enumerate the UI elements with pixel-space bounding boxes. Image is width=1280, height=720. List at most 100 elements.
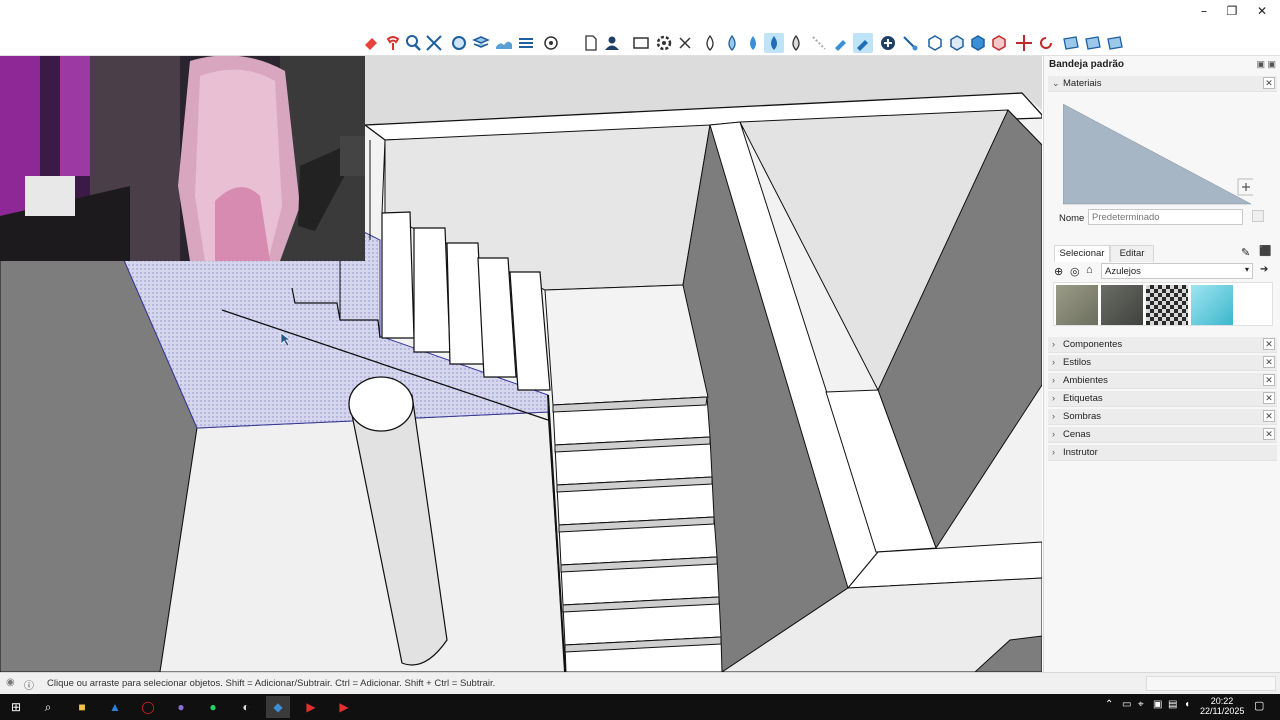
- hex-blue-icon[interactable]: [968, 33, 988, 53]
- sample-paint-icon[interactable]: [1252, 210, 1264, 222]
- chevron-right-icon: ›: [1052, 375, 1055, 385]
- rectangle-icon[interactable]: [631, 33, 651, 53]
- close-icon[interactable]: ✕: [1263, 392, 1275, 404]
- rotate-icon[interactable]: [1036, 33, 1056, 53]
- model-viewport[interactable]: [0, 56, 1042, 672]
- tray-close-icon[interactable]: ▣: [1267, 59, 1276, 69]
- swatch-blue-ice-tile[interactable]: [1191, 285, 1233, 325]
- drop-striped-icon[interactable]: [786, 33, 806, 53]
- chevron-up-icon[interactable]: ⌃: [1105, 699, 1113, 710]
- swatch-stone-tile[interactable]: [1056, 285, 1098, 325]
- windows-start-icon[interactable]: ⊞: [4, 696, 28, 718]
- material-preview: [1062, 103, 1255, 206]
- app-red-2-icon[interactable]: ▶: [332, 696, 356, 718]
- paint-bucket-icon[interactable]: ⬛: [1259, 246, 1271, 257]
- layers-icon[interactable]: [471, 33, 491, 53]
- drop-half-icon[interactable]: [722, 33, 742, 53]
- add-circle-icon[interactable]: [878, 33, 898, 53]
- info-icon[interactable]: ⓘ: [24, 677, 34, 692]
- magnet-icon[interactable]: [831, 33, 851, 53]
- close-icon[interactable]: ✕: [1263, 338, 1275, 350]
- snap-magnet-icon[interactable]: [853, 33, 873, 53]
- section-components[interactable]: › Componentes ✕: [1048, 337, 1277, 353]
- user-icon[interactable]: [602, 33, 622, 53]
- tab-edit[interactable]: Editar: [1110, 245, 1154, 262]
- tray-header-controls[interactable]: ▣ ▣: [1256, 59, 1276, 70]
- close-icon[interactable]: ✕: [1263, 77, 1275, 89]
- dotted-grid-icon[interactable]: [809, 33, 829, 53]
- home-icon[interactable]: ⌂: [1086, 264, 1093, 276]
- zoom-extents-icon[interactable]: [424, 33, 444, 53]
- eyedropper-icon[interactable]: ✎: [1241, 246, 1250, 259]
- section-tags[interactable]: › Etiquetas ✕: [1048, 391, 1277, 407]
- hex-red-icon[interactable]: [989, 33, 1009, 53]
- grid-tile-icon[interactable]: [1061, 33, 1081, 53]
- move-icon[interactable]: [1014, 33, 1034, 53]
- hex-outline-icon[interactable]: [925, 33, 945, 53]
- close-icon[interactable]: ✕: [1263, 410, 1275, 422]
- app-autocad-icon[interactable]: ▲: [103, 696, 127, 718]
- volume-icon[interactable]: ◖: [1184, 699, 1190, 710]
- geolocation-icon[interactable]: [542, 33, 562, 53]
- display-icon[interactable]: ▣: [1153, 699, 1162, 710]
- in-model-icon[interactable]: ◎: [1070, 265, 1080, 278]
- section-shadows[interactable]: › Sombras ✕: [1048, 409, 1277, 425]
- tab-select[interactable]: Selecionar: [1054, 245, 1110, 262]
- wand-icon[interactable]: [900, 33, 920, 53]
- gear-icon[interactable]: [654, 33, 674, 53]
- close-icon[interactable]: ✕: [1263, 428, 1275, 440]
- orbit-icon[interactable]: [383, 33, 403, 53]
- section-plane-icon[interactable]: [449, 33, 469, 53]
- status-bar: ◉ ⓘ Clique ou arraste para selecionar ob…: [0, 672, 1280, 694]
- details-arrow-icon[interactable]: ➔: [1260, 264, 1268, 275]
- create-material-icon[interactable]: ⊕: [1054, 265, 1063, 278]
- drop-outline-icon[interactable]: [700, 33, 720, 53]
- zoom-icon[interactable]: [403, 33, 423, 53]
- sketchup-icon[interactable]: ◆: [266, 696, 290, 718]
- grid-tile-2-icon[interactable]: [1083, 33, 1103, 53]
- close-button[interactable]: ✕: [1244, 0, 1280, 22]
- file-explorer-icon[interactable]: ■: [70, 696, 94, 718]
- stamp-icon[interactable]: [516, 33, 536, 53]
- hex-light-icon[interactable]: [947, 33, 967, 53]
- drop-fill-icon[interactable]: [743, 33, 763, 53]
- section-label: Instrutor: [1063, 447, 1098, 458]
- eraser-icon[interactable]: [362, 33, 382, 53]
- discord-icon[interactable]: ●: [169, 696, 193, 718]
- section-instructor[interactable]: › Instrutor: [1048, 445, 1277, 461]
- terrain-icon[interactable]: [494, 33, 514, 53]
- webcam-frame: [0, 56, 365, 261]
- location-icon[interactable]: ⌖: [1138, 699, 1144, 710]
- close-icon[interactable]: ✕: [1263, 374, 1275, 386]
- pin-icon[interactable]: ▣: [1256, 59, 1265, 69]
- notifications-icon[interactable]: ▢: [1254, 699, 1264, 712]
- tray-title: Bandeja padrão: [1049, 59, 1125, 70]
- swatch-dark-stone-tile[interactable]: [1101, 285, 1143, 325]
- section-styles[interactable]: › Estilos ✕: [1048, 355, 1277, 371]
- swatch-checker-tile[interactable]: [1146, 285, 1188, 325]
- opera-icon[interactable]: ◯: [136, 696, 160, 718]
- section-environments[interactable]: › Ambientes ✕: [1048, 373, 1277, 389]
- section-scenes[interactable]: › Cenas ✕: [1048, 427, 1277, 443]
- library-dropdown[interactable]: Azulejos ▾: [1101, 263, 1253, 279]
- network-icon[interactable]: ▤: [1168, 699, 1177, 710]
- spotify-icon[interactable]: ●: [201, 696, 225, 718]
- taskbar: ⊞ ⌕ ■ ▲ ◯ ● ● ◐ ◆ ▶ ▶ ⌃ ▭ ⌖ ▣ ▤ ◖ 20:22 …: [0, 694, 1280, 720]
- clock-date: 22/11/2025: [1200, 706, 1245, 716]
- clock[interactable]: 20:22 22/11/2025: [1200, 696, 1244, 716]
- obs-icon[interactable]: ◐: [234, 696, 258, 718]
- geo-icon[interactable]: ◉: [6, 677, 15, 688]
- search-icon[interactable]: ⌕: [36, 696, 60, 718]
- section-materials[interactable]: ⌄ Materiais ✕: [1048, 76, 1277, 92]
- device-icon[interactable]: ▭: [1122, 699, 1131, 710]
- close-icon[interactable]: ✕: [1263, 356, 1275, 368]
- app-red-1-icon[interactable]: ▶: [299, 696, 323, 718]
- measurements-box[interactable]: [1146, 676, 1276, 691]
- paint-bucket-icon[interactable]: [764, 33, 784, 53]
- material-name-field[interactable]: [1088, 209, 1243, 225]
- new-file-icon[interactable]: [581, 33, 601, 53]
- close-icon[interactable]: [675, 33, 695, 53]
- grid-tile-3-icon[interactable]: [1105, 33, 1125, 53]
- material-swatch-grid: [1053, 282, 1273, 326]
- library-label: Azulejos: [1105, 266, 1141, 277]
